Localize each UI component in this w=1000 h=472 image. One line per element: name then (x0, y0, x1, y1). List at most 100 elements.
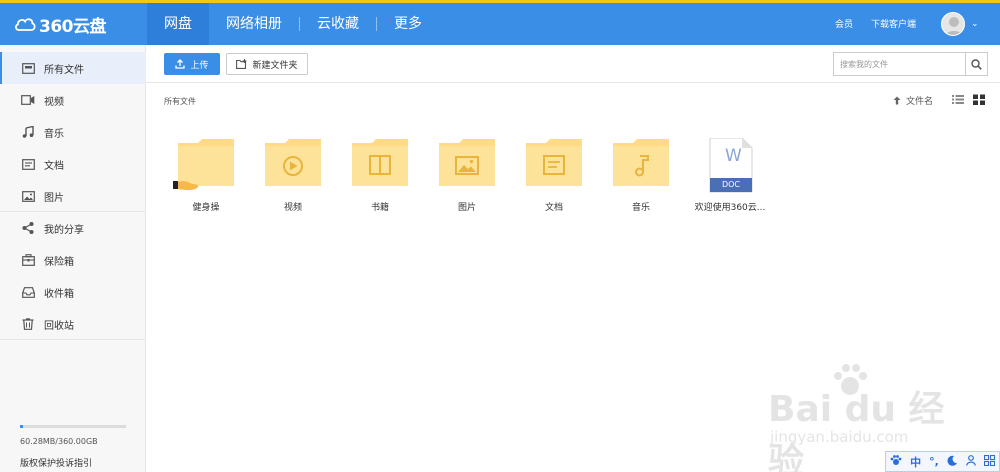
sidebar-item-label: 音乐 (44, 128, 64, 140)
folder-item[interactable]: 音乐 (601, 138, 681, 218)
sidebar-item-label: 所有文件 (44, 64, 84, 76)
sort-label: 文件名 (906, 97, 934, 107)
sidebar-item-label: 视频 (44, 96, 64, 108)
new-folder-button-label: 新建文件夹 (252, 60, 298, 71)
nav-item-album[interactable]: 网络相册 (209, 3, 299, 45)
sidebar-divider (0, 339, 146, 340)
ime-grid-icon[interactable] (983, 454, 995, 469)
document-item[interactable]: W DOC 欢迎使用360云... (690, 137, 770, 218)
search-button[interactable] (965, 53, 987, 75)
grid-view-toggle[interactable] (973, 94, 985, 108)
upload-button-label: 上传 (190, 60, 209, 71)
music-icon (21, 125, 35, 139)
folder-item[interactable]: 图片 (427, 138, 507, 218)
list-view-icon (952, 95, 964, 104)
document-icon (21, 157, 35, 171)
nav-item-favorites[interactable]: 云收藏 (300, 3, 376, 45)
nav-item-wangpan[interactable]: 网盘 (147, 3, 209, 45)
sidebar-item-inbox[interactable]: 收件箱 (0, 276, 146, 308)
folder-item[interactable]: 文档 (514, 138, 594, 218)
all-files-icon (21, 61, 35, 75)
image-icon (21, 189, 35, 203)
sidebar-item-label: 图片 (44, 192, 64, 204)
file-name: 视频 (283, 203, 302, 213)
grid-view-icon (973, 94, 985, 105)
sidebar-item-label: 我的分享 (44, 224, 84, 236)
file-name: 文档 (544, 203, 563, 213)
ime-moon-icon[interactable] (947, 455, 958, 469)
sidebar-item-recycle-bin[interactable]: 回收站 (0, 308, 146, 340)
folder-icon (611, 138, 671, 190)
sidebar-item-my-share[interactable]: 我的分享 (0, 212, 146, 244)
doc-badge-label: DOC (721, 180, 741, 189)
main-nav: 网盘 网络相册 云收藏 更多 (147, 3, 439, 45)
search-box (833, 52, 988, 76)
ime-toolbar: 中 °, (885, 451, 1000, 472)
logo[interactable]: 360云盘 (14, 13, 107, 37)
ime-user-icon[interactable] (966, 454, 976, 469)
list-view-toggle[interactable] (952, 94, 964, 108)
toolbar: 上传 新建文件夹 (146, 45, 1000, 83)
doc-letter: W (725, 146, 742, 166)
chevron-down-icon[interactable]: ⌄ (971, 19, 979, 29)
sidebar-item-all-files[interactable]: 所有文件 (0, 52, 146, 84)
search-input[interactable] (834, 53, 964, 75)
doc-file-icon: W DOC (700, 137, 760, 193)
sidebar-item-images[interactable]: 图片 (0, 180, 146, 212)
folder-icon (524, 138, 584, 190)
folder-icon (173, 138, 236, 191)
file-name: 音乐 (631, 203, 650, 213)
trash-icon (21, 317, 35, 331)
sidebar-item-label: 文档 (44, 160, 64, 172)
copyright-report-link[interactable]: 版权保护投诉指引 (20, 456, 92, 469)
folder-icon (437, 138, 497, 190)
storage-progress-fill (20, 425, 24, 428)
user-avatar-icon (945, 17, 963, 35)
upload-button[interactable]: 上传 (164, 53, 220, 75)
download-client-link[interactable]: 下载客户端 (871, 17, 916, 30)
nav-item-more[interactable]: 更多 (377, 3, 439, 45)
upload-icon (175, 59, 186, 69)
inbox-icon (21, 285, 35, 299)
video-icon (21, 93, 35, 107)
sidebar-item-music[interactable]: 音乐 (0, 116, 146, 148)
folder-item[interactable]: 视频 (253, 138, 333, 218)
folder-icon (263, 138, 323, 190)
app-root: 360云盘 网盘 网络相册 云收藏 更多 会员 下载客户端 ⌄ 所有文件 视频 … (0, 0, 1000, 472)
folder-icon (350, 138, 410, 190)
new-folder-icon (236, 59, 247, 69)
ime-language-label[interactable]: 中 (910, 454, 921, 470)
file-name: 健身操 (192, 203, 220, 213)
share-icon (21, 221, 35, 235)
safe-box-icon (21, 253, 35, 267)
sidebar-item-label: 收件箱 (44, 288, 74, 300)
storage-progress-bar (20, 425, 126, 428)
sidebar-item-documents[interactable]: 文档 (0, 148, 146, 180)
sort-by-name[interactable]: 文件名 (893, 94, 933, 107)
sidebar-item-video[interactable]: 视频 (0, 84, 146, 116)
storage-usage-text: 60.28MB/360.00GB (20, 437, 98, 446)
watermark-subtext: jingyan.baidu.com (770, 428, 909, 446)
cloud-logo-icon (15, 18, 36, 31)
baidu-jingyan-watermark: Bai du 经验 jingyan.baidu.com (760, 360, 960, 472)
file-name: 图片 (457, 203, 476, 213)
arrow-up-icon (893, 96, 901, 105)
new-folder-button[interactable]: 新建文件夹 (226, 53, 308, 75)
shared-hand-icon (173, 181, 199, 191)
search-icon (971, 58, 982, 70)
ime-punctuation-icon[interactable]: °, (929, 455, 939, 468)
folder-item[interactable]: 书籍 (340, 138, 420, 218)
file-name: 欢迎使用360云... (694, 203, 766, 213)
sidebar-item-label: 保险箱 (44, 256, 74, 268)
sidebar-item-label: 回收站 (44, 320, 74, 332)
header: 360云盘 网盘 网络相册 云收藏 更多 会员 下载客户端 ⌄ (0, 3, 1000, 45)
logo-text: 360云盘 (39, 16, 107, 37)
breadcrumb[interactable]: 所有文件 (164, 96, 196, 107)
avatar[interactable] (941, 12, 965, 36)
sidebar: 所有文件 视频 音乐 文档 图片 我的分享 保险箱 收件箱 回收站 60.28M… (0, 45, 146, 472)
ime-paw-icon[interactable] (890, 454, 902, 469)
member-link[interactable]: 会员 (835, 17, 853, 30)
sidebar-item-safe-box[interactable]: 保险箱 (0, 244, 146, 276)
file-name: 书籍 (370, 203, 389, 213)
folder-item[interactable]: 健身操 (166, 138, 246, 218)
